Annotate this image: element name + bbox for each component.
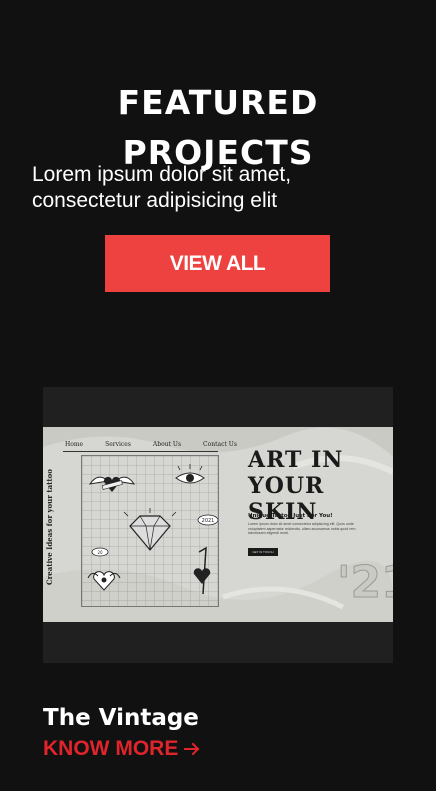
badge-20: 20 <box>91 547 109 557</box>
preview-nav-item: Contact Us <box>203 441 237 448</box>
badge-20-label: 20 <box>97 550 103 555</box>
preview-grid: 2021 20 <box>81 455 219 607</box>
preview-nav-item: About Us <box>152 441 182 448</box>
view-all-button[interactable]: VIEW ALL <box>105 235 330 292</box>
preview-tagline: Unique Tattoo Just For You! <box>248 513 333 519</box>
tattoo-flash-illustration: 2021 20 <box>82 456 219 606</box>
project-preview-image: Home Services About Us Contact Us Creati… <box>43 427 393 622</box>
section-subtitle: Lorem ipsum dolor sit amet, consectetur … <box>32 163 292 212</box>
preview-body-text: Lorem ipsum dolor sit amet consectetur a… <box>248 522 356 536</box>
project-title: The Vintage <box>43 705 199 731</box>
preview-side-text: Creative Ideas for your tattoo <box>45 469 54 585</box>
know-more-link[interactable]: KNOW MORE <box>43 737 200 761</box>
know-more-label: KNOW MORE <box>43 737 179 760</box>
badge-2021: 2021 <box>197 514 219 526</box>
preview-nav-divider <box>63 451 218 452</box>
preview-hero-line-1: ART IN <box>248 447 344 473</box>
preview-cta-button: GET IN TOUCH <box>248 548 278 556</box>
preview-nav-item: Home <box>65 441 84 448</box>
project-card[interactable]: Home Services About Us Contact Us Creati… <box>43 387 393 663</box>
badge-2021-label: 2021 <box>202 518 215 524</box>
preview-year-text: '21 <box>337 557 393 609</box>
arrow-right-icon <box>184 742 200 756</box>
preview-nav: Home Services About Us Contact Us <box>65 441 237 448</box>
heading-line-1: FEATURED <box>117 83 319 123</box>
preview-nav-item: Services <box>105 441 131 448</box>
